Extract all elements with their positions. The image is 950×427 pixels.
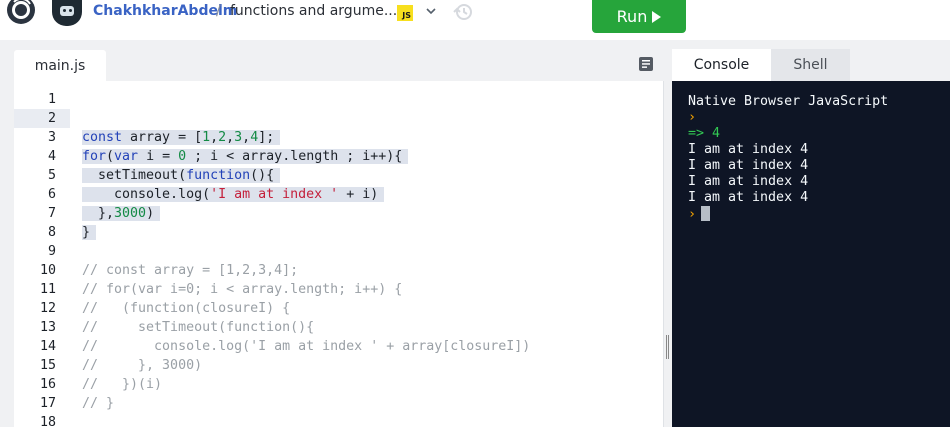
console-output[interactable]: Native Browser JavaScript › => 4 I am at… xyxy=(672,81,950,427)
result-value: 4 xyxy=(712,126,721,141)
line-number: 17 xyxy=(39,396,56,411)
line-number: 14 xyxy=(39,339,56,354)
line-number: 15 xyxy=(39,358,56,373)
code-line-17[interactable]: // } xyxy=(82,394,657,413)
code-line-15[interactable]: // }, 3000) xyxy=(82,356,657,375)
tab-console[interactable]: Console xyxy=(672,49,771,81)
breadcrumb-separator: / xyxy=(216,3,221,19)
result-arrow: => xyxy=(688,126,705,141)
run-button[interactable]: Run xyxy=(592,0,686,33)
avatar[interactable] xyxy=(52,0,82,26)
text-cursor xyxy=(701,206,711,221)
pane-tab-bar: Console Shell xyxy=(672,49,850,81)
code-line-8[interactable]: } xyxy=(82,223,657,242)
code-line-2[interactable] xyxy=(82,109,657,128)
code-line-6[interactable]: console.log('I am at index ' + i) xyxy=(82,185,657,204)
line-number: 4 xyxy=(47,149,56,164)
line-number: 18 xyxy=(39,415,56,427)
line-number-gutter: 1 2 3 4 5 6 7 8 9 10 11 12 13 14 15 16 17 18 xyxy=(14,90,70,427)
console-input-prompt: › xyxy=(688,207,697,222)
line-number: 11 xyxy=(39,282,56,297)
tab-shell[interactable]: Shell xyxy=(771,49,850,81)
line-number: 5 xyxy=(47,168,56,183)
console-output-line: I am at index 4 xyxy=(688,190,809,205)
line-number: 1 xyxy=(47,92,56,107)
code-line-11[interactable]: // for(var i=0; i < array.length; i++) { xyxy=(82,280,657,299)
code-line-10[interactable]: // const array = [1,2,3,4]; xyxy=(82,261,657,280)
javascript-icon: JS xyxy=(397,5,413,21)
line-number: 3 xyxy=(47,130,56,145)
console-prompt: › xyxy=(688,110,697,125)
console-output-line: I am at index 4 xyxy=(688,174,809,189)
repl-name[interactable]: functions and argume... xyxy=(230,3,397,19)
play-icon xyxy=(652,10,662,23)
code-line-16[interactable]: // })(i) xyxy=(82,375,657,394)
format-code-icon[interactable] xyxy=(638,56,654,72)
code-line-7[interactable]: },3000) xyxy=(82,204,657,223)
line-number: 16 xyxy=(39,377,56,392)
line-number: 13 xyxy=(39,320,56,335)
line-number: 7 xyxy=(47,206,56,221)
code-line-9[interactable] xyxy=(82,242,657,261)
line-number: 6 xyxy=(47,187,56,202)
code-line-4[interactable]: for(var i = 0 ; i < array.length ; i++){ xyxy=(82,147,657,166)
line-number: 8 xyxy=(47,225,56,240)
code-editor[interactable]: 1 2 3 4 5 6 7 8 9 10 11 12 13 14 15 16 17 18 const array … xyxy=(14,81,664,427)
line-number: 9 xyxy=(47,244,56,259)
code-line-18[interactable] xyxy=(82,413,657,427)
code-line-14[interactable]: // console.log('I am at index ' + array[… xyxy=(82,337,657,356)
replit-logo-icon[interactable] xyxy=(4,0,38,26)
console-output-line: I am at index 4 xyxy=(688,158,809,173)
line-number: 10 xyxy=(39,263,56,278)
code-line-1[interactable] xyxy=(82,90,657,109)
console-header: Native Browser JavaScript xyxy=(688,94,889,109)
chevron-down-icon[interactable] xyxy=(424,3,438,17)
code-line-5[interactable]: setTimeout(function(){ xyxy=(82,166,657,185)
line-number: 2 xyxy=(14,109,70,128)
history-icon[interactable] xyxy=(452,1,474,23)
line-number: 12 xyxy=(39,301,56,316)
console-output-line: I am at index 4 xyxy=(688,142,809,157)
run-button-label: Run xyxy=(616,7,648,26)
console-result: => 4 xyxy=(688,126,934,142)
code-line-12[interactable]: // (function(closureI) { xyxy=(82,299,657,318)
pane-resize-handle[interactable] xyxy=(666,335,669,359)
console-input-line[interactable]: › xyxy=(688,206,934,222)
code-area[interactable]: const array = [1,2,3,4]; for(var i = 0 ;… xyxy=(82,90,657,427)
code-line-3[interactable]: const array = [1,2,3,4]; xyxy=(82,128,657,147)
tab-main-js[interactable]: main.js xyxy=(14,50,106,81)
code-line-13[interactable]: // setTimeout(function(){ xyxy=(82,318,657,337)
top-bar: ChakhkharAbdelm / functions and argume..… xyxy=(0,0,950,40)
